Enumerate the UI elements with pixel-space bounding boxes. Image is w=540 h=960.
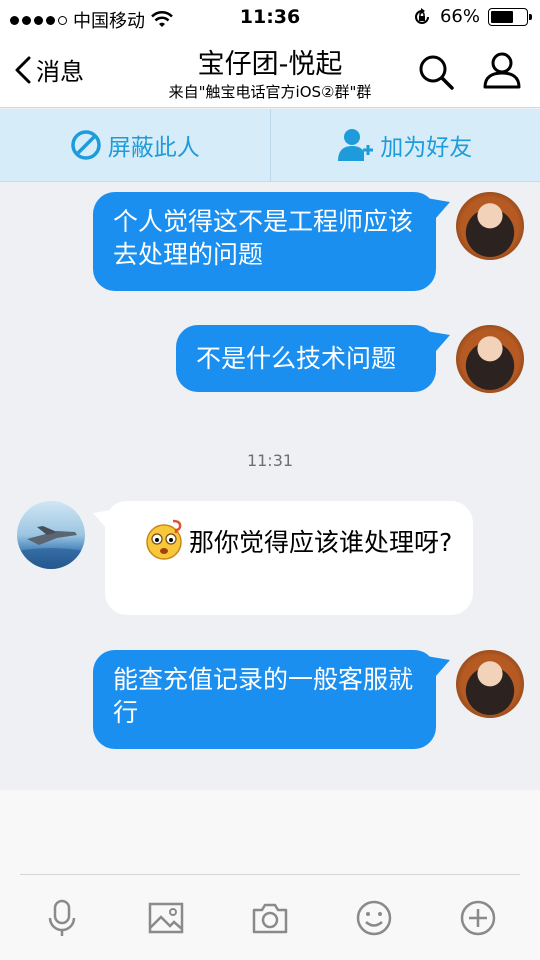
action-bar: 屏蔽此人 加为好友 (0, 109, 540, 182)
status-bar: 中国移动 11:36 66% (0, 0, 540, 36)
confused-face-icon (146, 519, 182, 560)
jet-image (17, 526, 85, 569)
message-text: 不是什么技术问题 (196, 344, 397, 373)
camera-icon[interactable] (250, 898, 290, 938)
chat-area[interactable]: 个人觉得这不是工程师应该去处理的问题 不是什么技术问题 11:31 那你觉得应该… (0, 182, 540, 790)
message-input[interactable] (20, 810, 520, 870)
add-friend-label: 加为好友 (380, 135, 473, 161)
search-icon[interactable] (416, 52, 456, 92)
block-icon (71, 130, 101, 160)
chat-title: 宝仔团-悦起 (197, 49, 343, 80)
emoji-icon[interactable] (354, 898, 394, 938)
message-bubble[interactable]: 能查充值记录的一般客服就行 (93, 650, 436, 749)
message-text: 那你觉得应该谁处理呀? (189, 528, 453, 557)
profile-icon[interactable] (482, 50, 522, 90)
nav-bar: 消息 宝仔团-悦起 来自"触宝电话官方iOS②群"群 (0, 36, 540, 108)
message-bubble[interactable]: 个人觉得这不是工程师应该去处理的问题 (93, 192, 436, 291)
battery-icon (488, 7, 532, 26)
microphone-icon[interactable] (42, 898, 82, 938)
my-avatar[interactable] (456, 325, 524, 393)
input-underline (20, 874, 520, 875)
block-user-label: 屏蔽此人 (107, 135, 200, 161)
message-text: 个人觉得这不是工程师应该去处理的问题 (113, 207, 414, 269)
add-user-icon (338, 129, 374, 161)
my-avatar[interactable] (456, 192, 524, 260)
bubble-tail (426, 198, 450, 218)
input-toolbar (0, 888, 540, 948)
plus-icon[interactable] (458, 898, 498, 938)
image-icon[interactable] (146, 898, 186, 938)
input-area (0, 790, 540, 960)
message-bubble[interactable]: 那你觉得应该谁处理呀? (105, 501, 473, 615)
add-friend-button[interactable]: 加为好友 (271, 109, 540, 181)
message-text: 能查充值记录的一般客服就行 (113, 665, 414, 727)
block-user-button[interactable]: 屏蔽此人 (0, 109, 270, 181)
message-bubble[interactable]: 不是什么技术问题 (176, 325, 436, 392)
rotation-lock-icon (415, 7, 429, 24)
my-avatar[interactable] (456, 650, 524, 718)
bubble-tail (426, 331, 450, 351)
message-timestamp: 11:31 (246, 451, 294, 470)
contact-avatar[interactable] (17, 501, 85, 569)
bubble-tail (426, 656, 450, 676)
chat-subtitle: 来自"触宝电话官方iOS②群"群 (168, 83, 372, 101)
battery-percent: 66% (439, 6, 480, 27)
status-right: 66% (412, 6, 532, 27)
